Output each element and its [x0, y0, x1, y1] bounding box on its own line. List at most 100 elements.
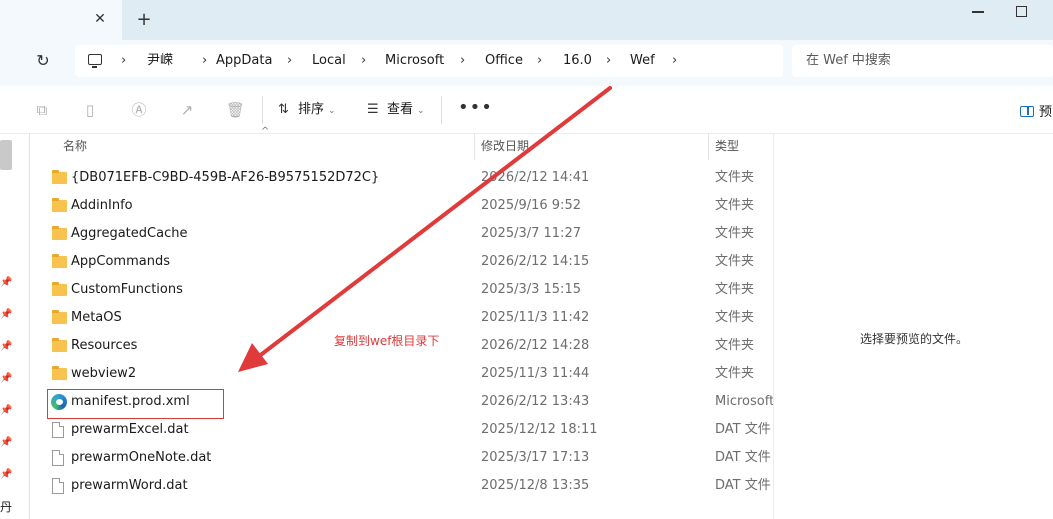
minimize-icon[interactable]: [972, 11, 984, 13]
pin-icon: 📌: [0, 341, 13, 352]
breadcrumb-local[interactable]: Local: [312, 45, 346, 77]
file-date: 2026/2/12 14:28: [481, 338, 590, 353]
breadcrumb-separator-icon[interactable]: ›: [606, 45, 611, 77]
rename-icon[interactable]: Ⓐ: [130, 101, 148, 119]
file-date: 2026/2/12 13:43: [481, 394, 590, 409]
file-row[interactable]: prewarmOneNote.dat 2025/3/17 17:13 DAT 文件: [48, 444, 773, 472]
pin-icon: 📌: [0, 405, 13, 416]
breadcrumb-version[interactable]: 16.0: [563, 45, 592, 77]
file-name: CustomFunctions: [71, 282, 183, 297]
view-button[interactable]: ☰ 查看 ⌄: [367, 98, 425, 122]
file-date: 2025/3/3 15:15: [481, 282, 581, 297]
breadcrumb-separator-icon[interactable]: ›: [672, 45, 677, 77]
paste-icon[interactable]: ▯: [81, 101, 99, 119]
folder-icon: [52, 170, 67, 184]
explorer-tab[interactable]: ✕: [0, 0, 122, 40]
nav-scrollbar-thumb[interactable]: [0, 140, 12, 170]
breadcrumb-office[interactable]: Office: [485, 45, 523, 77]
file-type: 文件夹: [715, 282, 755, 297]
preview-pane: 选择要预览的文件。: [773, 134, 1053, 519]
column-header-date[interactable]: 修改日期: [481, 134, 529, 160]
nav-item-partial[interactable]: 丹: [0, 498, 12, 515]
highlight-box: [47, 389, 224, 419]
file-name: AppCommands: [71, 254, 170, 269]
column-header-type[interactable]: 类型: [715, 134, 739, 160]
preview-pane-icon: [1020, 106, 1034, 117]
file-date: 2025/12/8 13:35: [481, 478, 590, 493]
breadcrumb-separator-icon[interactable]: ›: [287, 45, 292, 77]
file-name: Resources: [71, 338, 138, 353]
file-name: prewarmWord.dat: [71, 478, 188, 493]
file-row[interactable]: AggregatedCache 2025/3/7 11:27 文件夹: [48, 220, 773, 248]
file-name: AggregatedCache: [71, 226, 188, 241]
delete-icon[interactable]: 🗑: [226, 101, 245, 119]
sort-button[interactable]: ⇅ 排序 ⌄: [278, 98, 336, 122]
file-type: 文件夹: [715, 170, 755, 185]
breadcrumb-separator-icon[interactable]: ›: [202, 45, 207, 77]
file-row[interactable]: webview2 2025/11/3 11:44 文件夹: [48, 360, 773, 388]
breadcrumb-separator-icon[interactable]: ›: [361, 45, 366, 77]
file-row[interactable]: {DB071EFB-C9BD-459B-AF26-B9575152D72C} 20…: [48, 164, 773, 192]
folder-icon: [52, 198, 67, 212]
address-row: ↻ › 尹嵘 › AppData › Local › Microsoft › O…: [0, 40, 1053, 86]
file-date: 2025/12/12 18:11: [481, 422, 598, 437]
breadcrumb-separator-icon[interactable]: ›: [537, 45, 542, 77]
close-tab-icon[interactable]: ✕: [92, 11, 108, 27]
file-date: 2025/3/7 11:27: [481, 226, 581, 241]
search-input[interactable]: 在 Wef 中搜索: [792, 45, 1053, 77]
pin-icon: 📌: [0, 437, 13, 448]
file-row[interactable]: AppCommands 2026/2/12 14:15 文件夹: [48, 248, 773, 276]
file-type: 文件夹: [715, 366, 755, 381]
file-type: DAT 文件: [715, 422, 771, 437]
file-type: 文件夹: [715, 226, 755, 241]
file-icon: [52, 422, 64, 438]
more-options-icon[interactable]: •••: [458, 98, 492, 122]
sort-ascending-icon: ^: [261, 126, 270, 137]
breadcrumb-separator-icon[interactable]: ›: [460, 45, 465, 77]
command-bar: ⧉ ▯ Ⓐ ↗ 🗑 ⇅ 排序 ⌄ ☰ 查看 ⌄ ••• 预: [0, 86, 1053, 134]
file-type: 文件夹: [715, 254, 755, 269]
maximize-icon[interactable]: [1016, 6, 1027, 17]
share-icon[interactable]: ↗: [178, 101, 196, 119]
folder-icon: [52, 254, 67, 268]
file-row[interactable]: MetaOS 2025/11/3 11:42 文件夹: [48, 304, 773, 332]
pin-icon: 📌: [0, 469, 13, 480]
annotation-note: 复制到wef根目录下: [334, 334, 440, 348]
file-date: 2026/2/12 14:41: [481, 170, 590, 185]
chevron-down-icon: ⌄: [417, 106, 425, 116]
breadcrumb-user[interactable]: 尹嵘: [147, 45, 173, 77]
folder-icon: [52, 338, 67, 352]
view-label: 查看: [387, 102, 414, 117]
preview-pane-button[interactable]: 预: [1020, 101, 1053, 119]
breadcrumb-wef[interactable]: Wef: [630, 45, 655, 77]
address-bar[interactable]: › 尹嵘 › AppData › Local › Microsoft › Off…: [75, 45, 783, 77]
new-tab-icon[interactable]: +: [135, 11, 153, 29]
column-separator[interactable]: [708, 134, 709, 160]
refresh-icon[interactable]: ↻: [30, 50, 56, 72]
view-icon: ☰: [367, 102, 379, 117]
file-name: MetaOS: [71, 310, 122, 325]
file-row[interactable]: AddinInfo 2025/9/16 9:52 文件夹: [48, 192, 773, 220]
file-name: prewarmOneNote.dat: [71, 450, 212, 465]
file-row[interactable]: prewarmExcel.dat 2025/12/12 18:11 DAT 文件: [48, 416, 773, 444]
file-row[interactable]: CustomFunctions 2025/3/3 15:15 文件夹: [48, 276, 773, 304]
file-type: 文件夹: [715, 338, 755, 353]
breadcrumb-separator-icon[interactable]: ›: [121, 45, 126, 77]
pin-icon: 📌: [0, 277, 13, 288]
pin-icon: 📌: [0, 309, 13, 320]
file-row[interactable]: prewarmWord.dat 2025/12/8 13:35 DAT 文件: [48, 472, 773, 500]
folder-icon: [52, 282, 67, 296]
breadcrumb-appdata[interactable]: AppData: [216, 45, 272, 77]
tab-bar: ✕ +: [0, 0, 1053, 40]
chevron-down-icon: ⌄: [328, 106, 336, 116]
column-header-name[interactable]: 名称: [63, 134, 87, 160]
file-type: 文件夹: [715, 198, 755, 213]
file-date: 2025/11/3 11:42: [481, 310, 590, 325]
breadcrumb-microsoft[interactable]: Microsoft: [385, 45, 444, 77]
computer-icon[interactable]: [88, 54, 102, 68]
copy-icon[interactable]: ⧉: [33, 101, 51, 119]
file-date: 2025/3/17 17:13: [481, 450, 590, 465]
column-separator[interactable]: [474, 134, 475, 160]
file-type: DAT 文件: [715, 450, 771, 465]
navigation-pane[interactable]: 📌 📌 📌 📌 📌 📌 📌 丹: [0, 134, 30, 519]
